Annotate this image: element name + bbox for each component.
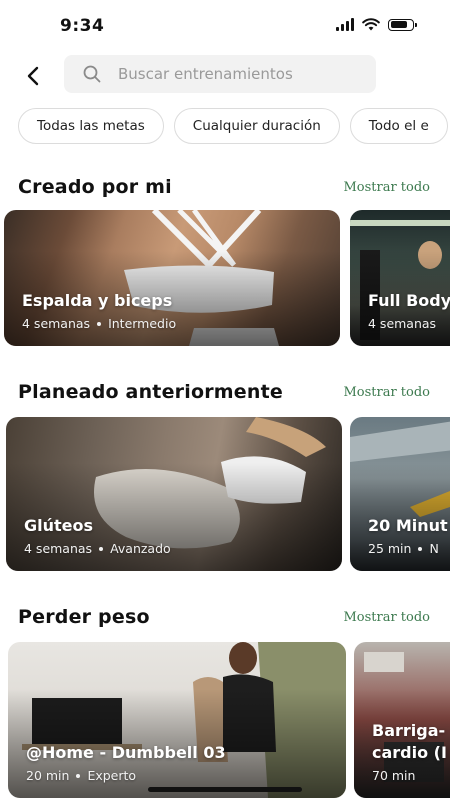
section-previously-planned: Planeado anteriormente Mostrar todo Glút…: [0, 381, 450, 571]
card-carousel[interactable]: Glúteos 4 semanas Avanzado 20 Minut 25 m…: [4, 417, 450, 571]
card-meta: 25 min N: [368, 541, 439, 556]
card-meta: 70 min: [372, 768, 415, 783]
filter-chip-equipment[interactable]: Todo el e: [349, 108, 448, 144]
card-title: Espalda y biceps: [22, 291, 173, 310]
home-indicator: [148, 787, 302, 792]
filter-chips: Todas las metas Cualquier duración Todo …: [18, 108, 450, 144]
workout-card[interactable]: @Home - Dumbbell 03 20 min Experto: [8, 642, 346, 798]
card-level: N: [429, 541, 439, 556]
filter-chip-duration[interactable]: Cualquier duración: [173, 108, 340, 144]
search-input[interactable]: [116, 64, 360, 84]
card-title: 20 Minut: [368, 516, 448, 535]
show-all-link[interactable]: Mostrar todo: [343, 610, 430, 625]
card-meta: 4 semanas Intermedio: [22, 316, 176, 331]
show-all-link[interactable]: Mostrar todo: [343, 385, 430, 400]
card-meta: 20 min Experto: [26, 768, 136, 783]
status-icons: [336, 18, 417, 31]
card-duration: 4 semanas: [22, 316, 91, 331]
separator-dot: [76, 773, 81, 778]
cellular-signal-icon: [336, 18, 354, 31]
card-carousel[interactable]: @Home - Dumbbell 03 20 min Experto Barri…: [4, 642, 450, 798]
card-meta: 4 semanas Avanzado: [24, 541, 171, 556]
card-title: Glúteos: [24, 516, 94, 535]
chevron-left-icon: [27, 66, 39, 86]
section-lose-weight: Perder peso Mostrar todo @Home - Dumbbel…: [0, 606, 450, 800]
show-all-link[interactable]: Mostrar todo: [343, 180, 430, 195]
card-level: Intermedio: [108, 316, 177, 331]
section-title: Planeado anteriormente: [18, 381, 283, 403]
card-title: Barriga-: [372, 721, 446, 740]
card-duration: 20 min: [26, 768, 70, 783]
workout-card[interactable]: Full Body 4 semanas: [350, 210, 450, 346]
card-carousel[interactable]: Espalda y biceps 4 semanas Intermedio Fu…: [4, 210, 450, 346]
separator-dot: [99, 546, 104, 551]
filter-chip-goals[interactable]: Todas las metas: [18, 108, 164, 144]
separator-dot: [418, 546, 423, 551]
workout-card[interactable]: Espalda y biceps 4 semanas Intermedio: [4, 210, 340, 346]
card-meta: 4 semanas: [368, 316, 436, 331]
card-duration: 70 min: [372, 768, 416, 783]
back-button[interactable]: [18, 61, 48, 91]
card-duration: 4 semanas: [24, 541, 93, 556]
section-title: Creado por mi: [18, 176, 172, 198]
card-duration: 25 min: [368, 541, 412, 556]
status-bar: 9:34: [0, 0, 450, 50]
card-title: Full Body: [368, 291, 450, 310]
workout-card[interactable]: 20 Minut 25 min N: [350, 417, 450, 571]
card-level: Avanzado: [110, 541, 171, 556]
separator-dot: [97, 321, 102, 326]
top-bar: [0, 55, 450, 95]
card-duration: 4 semanas: [368, 316, 437, 331]
section-title: Perder peso: [18, 606, 150, 628]
workout-card[interactable]: Glúteos 4 semanas Avanzado: [6, 417, 342, 571]
battery-icon: [388, 18, 417, 31]
wifi-icon: [362, 18, 380, 31]
card-level: Experto: [87, 768, 137, 783]
card-title: @Home - Dumbbell 03: [26, 743, 226, 762]
card-title-line2: cardio (I: [372, 743, 447, 762]
workout-card[interactable]: Barriga- cardio (I 70 min: [354, 642, 450, 798]
section-created-by-me: Creado por mi Mostrar todo Espalda y bic…: [0, 176, 450, 348]
search-bar[interactable]: [64, 55, 376, 93]
status-time: 9:34: [60, 16, 105, 36]
search-icon: [82, 64, 102, 84]
